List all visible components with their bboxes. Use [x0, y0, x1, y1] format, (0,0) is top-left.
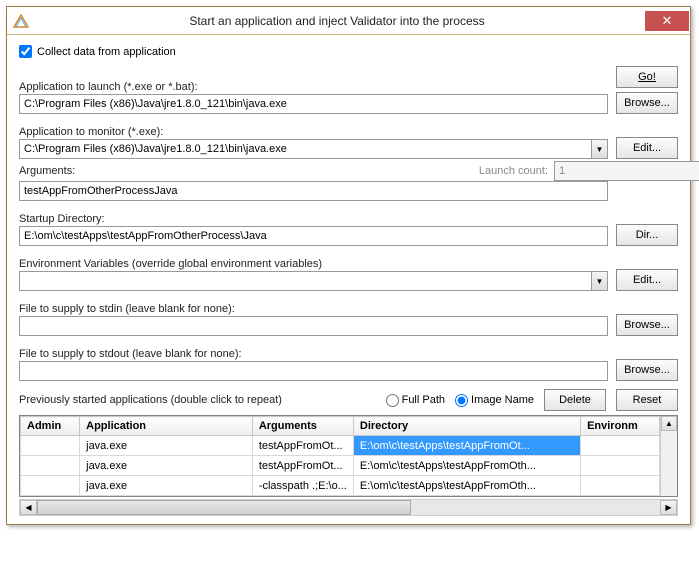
dir-button[interactable]: Dir... [616, 224, 678, 246]
table-header-row: Admin Application Arguments Directory En… [21, 417, 660, 436]
col-admin[interactable]: Admin [21, 417, 80, 436]
app-icon [13, 13, 29, 29]
vertical-scrollbar[interactable]: ▲ [660, 416, 677, 496]
cell-args[interactable]: testAppFromOt... [252, 456, 353, 476]
stdout-input[interactable] [19, 361, 608, 381]
collect-data-row: Collect data from application [19, 45, 678, 58]
hscroll-right[interactable]: ▶ [660, 500, 677, 515]
delete-button[interactable]: Delete [544, 389, 606, 411]
go-button[interactable]: Go! [616, 66, 678, 88]
col-directory[interactable]: Directory [353, 417, 580, 436]
cell-app[interactable]: java.exe [80, 436, 253, 456]
app-monitor-label: Application to monitor (*.exe): [19, 126, 608, 138]
cell-dir[interactable]: E:\om\c\testApps\testAppFromOt... [353, 436, 580, 456]
arguments-label: Arguments: [19, 165, 479, 177]
col-application[interactable]: Application [80, 417, 253, 436]
prev-apps-label: Previously started applications (double … [19, 394, 376, 406]
collect-data-label: Collect data from application [37, 46, 176, 58]
prev-apps-table: Admin Application Arguments Directory En… [19, 415, 678, 497]
reset-button[interactable]: Reset [616, 389, 678, 411]
cell-admin[interactable] [21, 476, 80, 496]
launch-count-label: Launch count: [479, 165, 548, 177]
stdout-label: File to supply to stdout (leave blank fo… [19, 348, 608, 360]
collect-data-checkbox[interactable] [19, 45, 32, 58]
env-vars-label: Environment Variables (override global e… [19, 258, 608, 270]
radio-image-name[interactable]: Image Name [455, 394, 534, 407]
app-launch-label: Application to launch (*.exe or *.bat): [19, 81, 608, 93]
cell-dir[interactable]: E:\om\c\testApps\testAppFromOth... [353, 476, 580, 496]
app-launch-input[interactable] [19, 94, 608, 114]
startup-dir-input[interactable] [19, 226, 608, 246]
hscroll-left[interactable]: ◀ [20, 500, 37, 515]
stdin-label: File to supply to stdin (leave blank for… [19, 303, 608, 315]
col-environment[interactable]: Environm [581, 417, 660, 436]
window-title: Start an application and inject Validato… [29, 14, 645, 28]
col-arguments[interactable]: Arguments [252, 417, 353, 436]
table-row[interactable]: java.exe-classpath .;E:\o...E:\om\c\test… [21, 476, 660, 496]
radio-full-path[interactable]: Full Path [386, 394, 445, 407]
hscroll-thumb[interactable] [37, 500, 411, 515]
horizontal-scrollbar[interactable]: ◀ ▶ [19, 499, 678, 516]
cell-admin[interactable] [21, 436, 80, 456]
cell-args[interactable]: testAppFromOt... [252, 436, 353, 456]
browse-launch-button[interactable]: Browse... [616, 92, 678, 114]
startup-dir-label: Startup Directory: [19, 213, 608, 225]
app-monitor-dropdown[interactable]: ▼ [592, 139, 608, 159]
arguments-input[interactable] [19, 181, 608, 201]
launch-count-spinner[interactable]: ▲▼ [554, 161, 608, 181]
dialog-window: Start an application and inject Validato… [6, 6, 691, 525]
cell-app[interactable]: java.exe [80, 476, 253, 496]
table-row[interactable]: java.exetestAppFromOt...E:\om\c\testApps… [21, 456, 660, 476]
cell-env[interactable] [581, 456, 660, 476]
cell-env[interactable] [581, 476, 660, 496]
titlebar[interactable]: Start an application and inject Validato… [7, 7, 690, 35]
edit-env-button[interactable]: Edit... [616, 269, 678, 291]
stdin-input[interactable] [19, 316, 608, 336]
edit-monitor-button[interactable]: Edit... [616, 137, 678, 159]
browse-stdout-button[interactable]: Browse... [616, 359, 678, 381]
table-row[interactable]: java.exetestAppFromOt...E:\om\c\testApps… [21, 436, 660, 456]
app-monitor-input[interactable] [19, 139, 592, 159]
cell-env[interactable] [581, 436, 660, 456]
close-button[interactable]: ✕ [645, 11, 689, 31]
content-area: Collect data from application Applicatio… [7, 35, 690, 524]
browse-stdin-button[interactable]: Browse... [616, 314, 678, 336]
cell-dir[interactable]: E:\om\c\testApps\testAppFromOth... [353, 456, 580, 476]
cell-args[interactable]: -classpath .;E:\o... [252, 476, 353, 496]
path-mode-radios: Full Path Image Name [386, 394, 534, 407]
env-vars-dropdown[interactable]: ▼ [592, 271, 608, 291]
cell-app[interactable]: java.exe [80, 456, 253, 476]
launch-count-value [554, 161, 699, 181]
env-vars-input[interactable] [19, 271, 592, 291]
cell-admin[interactable] [21, 456, 80, 476]
